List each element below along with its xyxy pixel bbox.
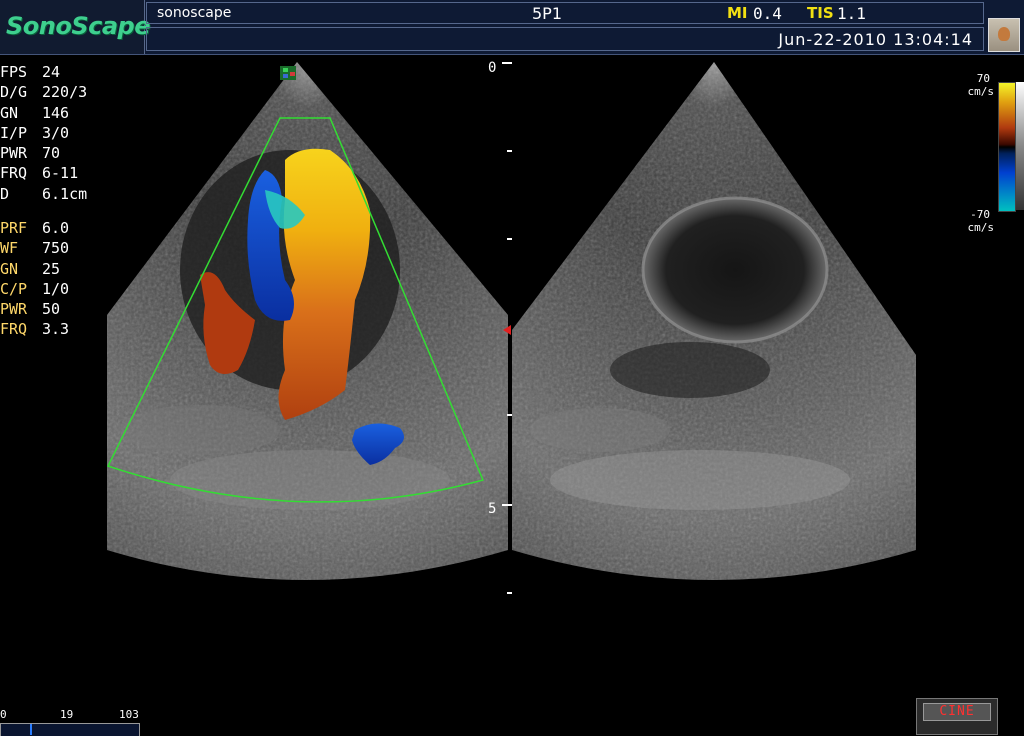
color-scale-max: 70 [976,72,990,85]
param-row: D 6.1cm [0,184,88,203]
param-row: I/P 3/0 [0,123,70,142]
cine-position-marker[interactable] [30,724,32,735]
cine-button[interactable]: CINE [923,703,991,721]
param-row: FRQ 3.3 [0,320,70,339]
cine-track[interactable] [0,723,140,736]
cine-end: 103 [119,708,139,721]
param-row: C/P 1/0 [0,279,70,298]
color-scale-unit-bottom: cm/s [967,221,995,234]
cine-current: 19 [60,708,74,721]
color-scale-unit-top: cm/s [967,85,995,98]
param-row: PWR 70 [0,144,61,163]
depth-label-top: 0 [488,60,497,76]
param-row: D/G 220/3 [0,83,88,102]
color-parameters: PRF 6.0 WF 750 GN 25 C/P 1/0 PWR 50 FRQ 3.3 [0,218,69,340]
color-scale-min: -70 [970,208,990,221]
left-sector-image [106,62,508,580]
orientation-marker-icon [280,66,296,80]
cine-start: 0 [0,708,7,721]
right-sector-image [512,62,916,580]
param-row: FPS 24 [0,63,61,81]
color-velocity-bar [998,82,1016,212]
param-row: PRF 6.0 [0,219,70,237]
cine-button-frame: CINE [916,698,998,735]
ultrasound-display [106,62,916,594]
cine-timeline[interactable]: 0 19 103 [0,708,140,736]
param-row: WF 750 [0,239,70,258]
param-row: GN 25 [0,259,61,278]
bmode-parameters: FPS 24 D/G 220/3 GN 146 I/P 3/0 PWR 70 FRQ 6-1… [0,62,87,204]
param-row: PWR 50 [0,300,61,319]
param-row: FRQ 6-11 [0,164,79,183]
param-row: GN 146 [0,103,70,122]
depth-label-mid: 5 [488,501,497,517]
gray-scale-bar [1016,82,1024,210]
